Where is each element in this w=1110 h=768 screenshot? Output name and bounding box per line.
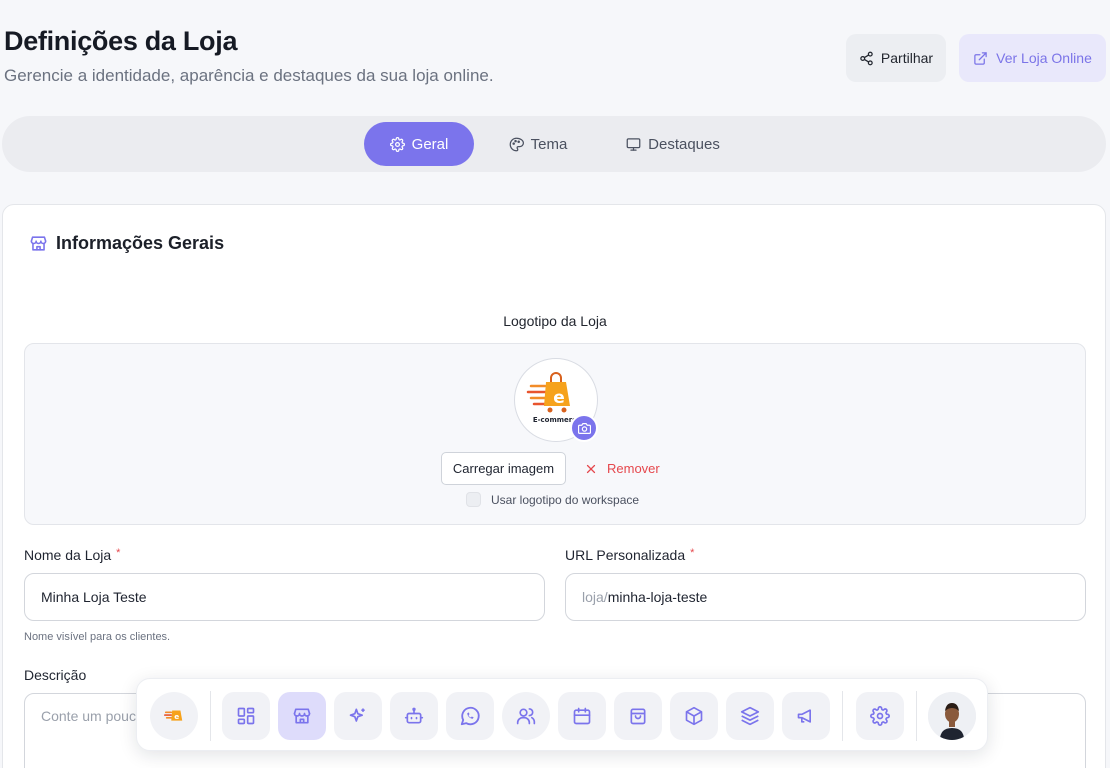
svg-text:e: e bbox=[174, 712, 179, 721]
logo-label: Logotipo da Loja bbox=[503, 313, 607, 329]
tab-destaques[interactable]: Destaques bbox=[614, 122, 732, 166]
whatsapp-icon bbox=[459, 705, 481, 727]
tab-destaques-label: Destaques bbox=[648, 135, 720, 153]
app-dock: e bbox=[136, 678, 988, 751]
view-store-online-button[interactable]: Ver Loja Online bbox=[959, 34, 1106, 82]
dock-dashboard[interactable] bbox=[222, 692, 270, 740]
megaphone-icon bbox=[796, 706, 816, 726]
dock-marketing[interactable] bbox=[782, 692, 830, 740]
dashboard-icon bbox=[236, 706, 256, 726]
dock-categories[interactable] bbox=[726, 692, 774, 740]
monitor-icon bbox=[626, 137, 641, 152]
gear-icon bbox=[389, 136, 405, 152]
sparkles-icon bbox=[348, 706, 368, 726]
description-label: Descrição bbox=[24, 667, 87, 683]
dock-separator bbox=[916, 691, 917, 741]
required-mark: * bbox=[690, 547, 695, 559]
dock-separator bbox=[210, 691, 211, 741]
store-name-input[interactable]: Minha Loja Teste bbox=[24, 573, 545, 621]
dock-store-logo[interactable]: e bbox=[150, 692, 198, 740]
dock-customers[interactable] bbox=[502, 692, 550, 740]
store-icon bbox=[29, 234, 48, 253]
settings-icon bbox=[870, 706, 890, 726]
section-title: Informações Gerais bbox=[29, 233, 224, 254]
custom-url-label: URL Personalizada * bbox=[565, 547, 695, 563]
dock-calendar[interactable] bbox=[558, 692, 606, 740]
change-logo-button[interactable] bbox=[570, 414, 598, 442]
tab-geral-label: Geral bbox=[411, 135, 449, 153]
use-workspace-logo-option: Usar logotipo do workspace bbox=[466, 492, 639, 507]
page-title: Definições da Loja bbox=[4, 26, 238, 56]
users-icon bbox=[516, 706, 536, 726]
store-logo-icon: e bbox=[163, 705, 185, 727]
store-name-value: Minha Loja Teste bbox=[41, 589, 147, 605]
calendar-icon bbox=[572, 706, 592, 726]
use-workspace-logo-checkbox[interactable] bbox=[466, 492, 481, 507]
close-icon bbox=[585, 463, 597, 475]
tab-tema-label: Tema bbox=[530, 135, 568, 153]
dock-settings[interactable] bbox=[856, 692, 904, 740]
dock-orders[interactable] bbox=[614, 692, 662, 740]
dock-whatsapp[interactable] bbox=[446, 692, 494, 740]
svg-text:e: e bbox=[553, 388, 565, 408]
dock-store[interactable] bbox=[278, 692, 326, 740]
store-icon bbox=[292, 706, 312, 726]
settings-tabs: Geral Tema Destaques bbox=[2, 116, 1106, 172]
layers-icon bbox=[740, 706, 760, 726]
dock-ai[interactable] bbox=[334, 692, 382, 740]
store-name-label: Nome da Loja * bbox=[24, 547, 121, 563]
dock-separator bbox=[842, 691, 843, 741]
remove-logo-button[interactable]: Remover bbox=[585, 452, 660, 485]
remove-logo-label: Remover bbox=[607, 461, 660, 476]
share-button[interactable]: Partilhar bbox=[846, 34, 946, 82]
share-button-label: Partilhar bbox=[880, 50, 934, 66]
custom-url-value: minha-loja-teste bbox=[607, 589, 708, 605]
box-icon bbox=[684, 706, 704, 726]
view-store-online-label: Ver Loja Online bbox=[996, 50, 1092, 66]
palette-icon bbox=[509, 137, 524, 152]
description-placeholder: Conte um pouco bbox=[41, 708, 144, 724]
share-icon bbox=[859, 51, 874, 66]
shopping-bag-icon bbox=[628, 706, 648, 726]
use-workspace-logo-label: Usar logotipo do workspace bbox=[491, 492, 640, 507]
section-title-label: Informações Gerais bbox=[56, 233, 225, 253]
user-avatar[interactable] bbox=[928, 692, 976, 740]
url-prefix: loja/ bbox=[582, 589, 608, 605]
store-name-helper: Nome visível para os clientes. bbox=[24, 631, 171, 643]
custom-url-input[interactable]: loja/ minha-loja-teste bbox=[565, 573, 1086, 621]
camera-icon bbox=[577, 422, 591, 435]
upload-image-button[interactable]: Carregar imagem bbox=[441, 452, 566, 485]
dock-bot[interactable] bbox=[390, 692, 438, 740]
page-subtitle: Gerencie a identidade, aparência e desta… bbox=[4, 66, 494, 85]
tab-geral[interactable]: Geral bbox=[364, 122, 474, 166]
logo-upload-area: e E-commerce Carregar imagem Remover Usa… bbox=[24, 343, 1086, 525]
dock-products[interactable] bbox=[670, 692, 718, 740]
tab-tema[interactable]: Tema bbox=[496, 122, 580, 166]
required-mark: * bbox=[116, 547, 121, 559]
external-link-icon bbox=[973, 51, 988, 66]
bot-icon bbox=[404, 706, 424, 726]
